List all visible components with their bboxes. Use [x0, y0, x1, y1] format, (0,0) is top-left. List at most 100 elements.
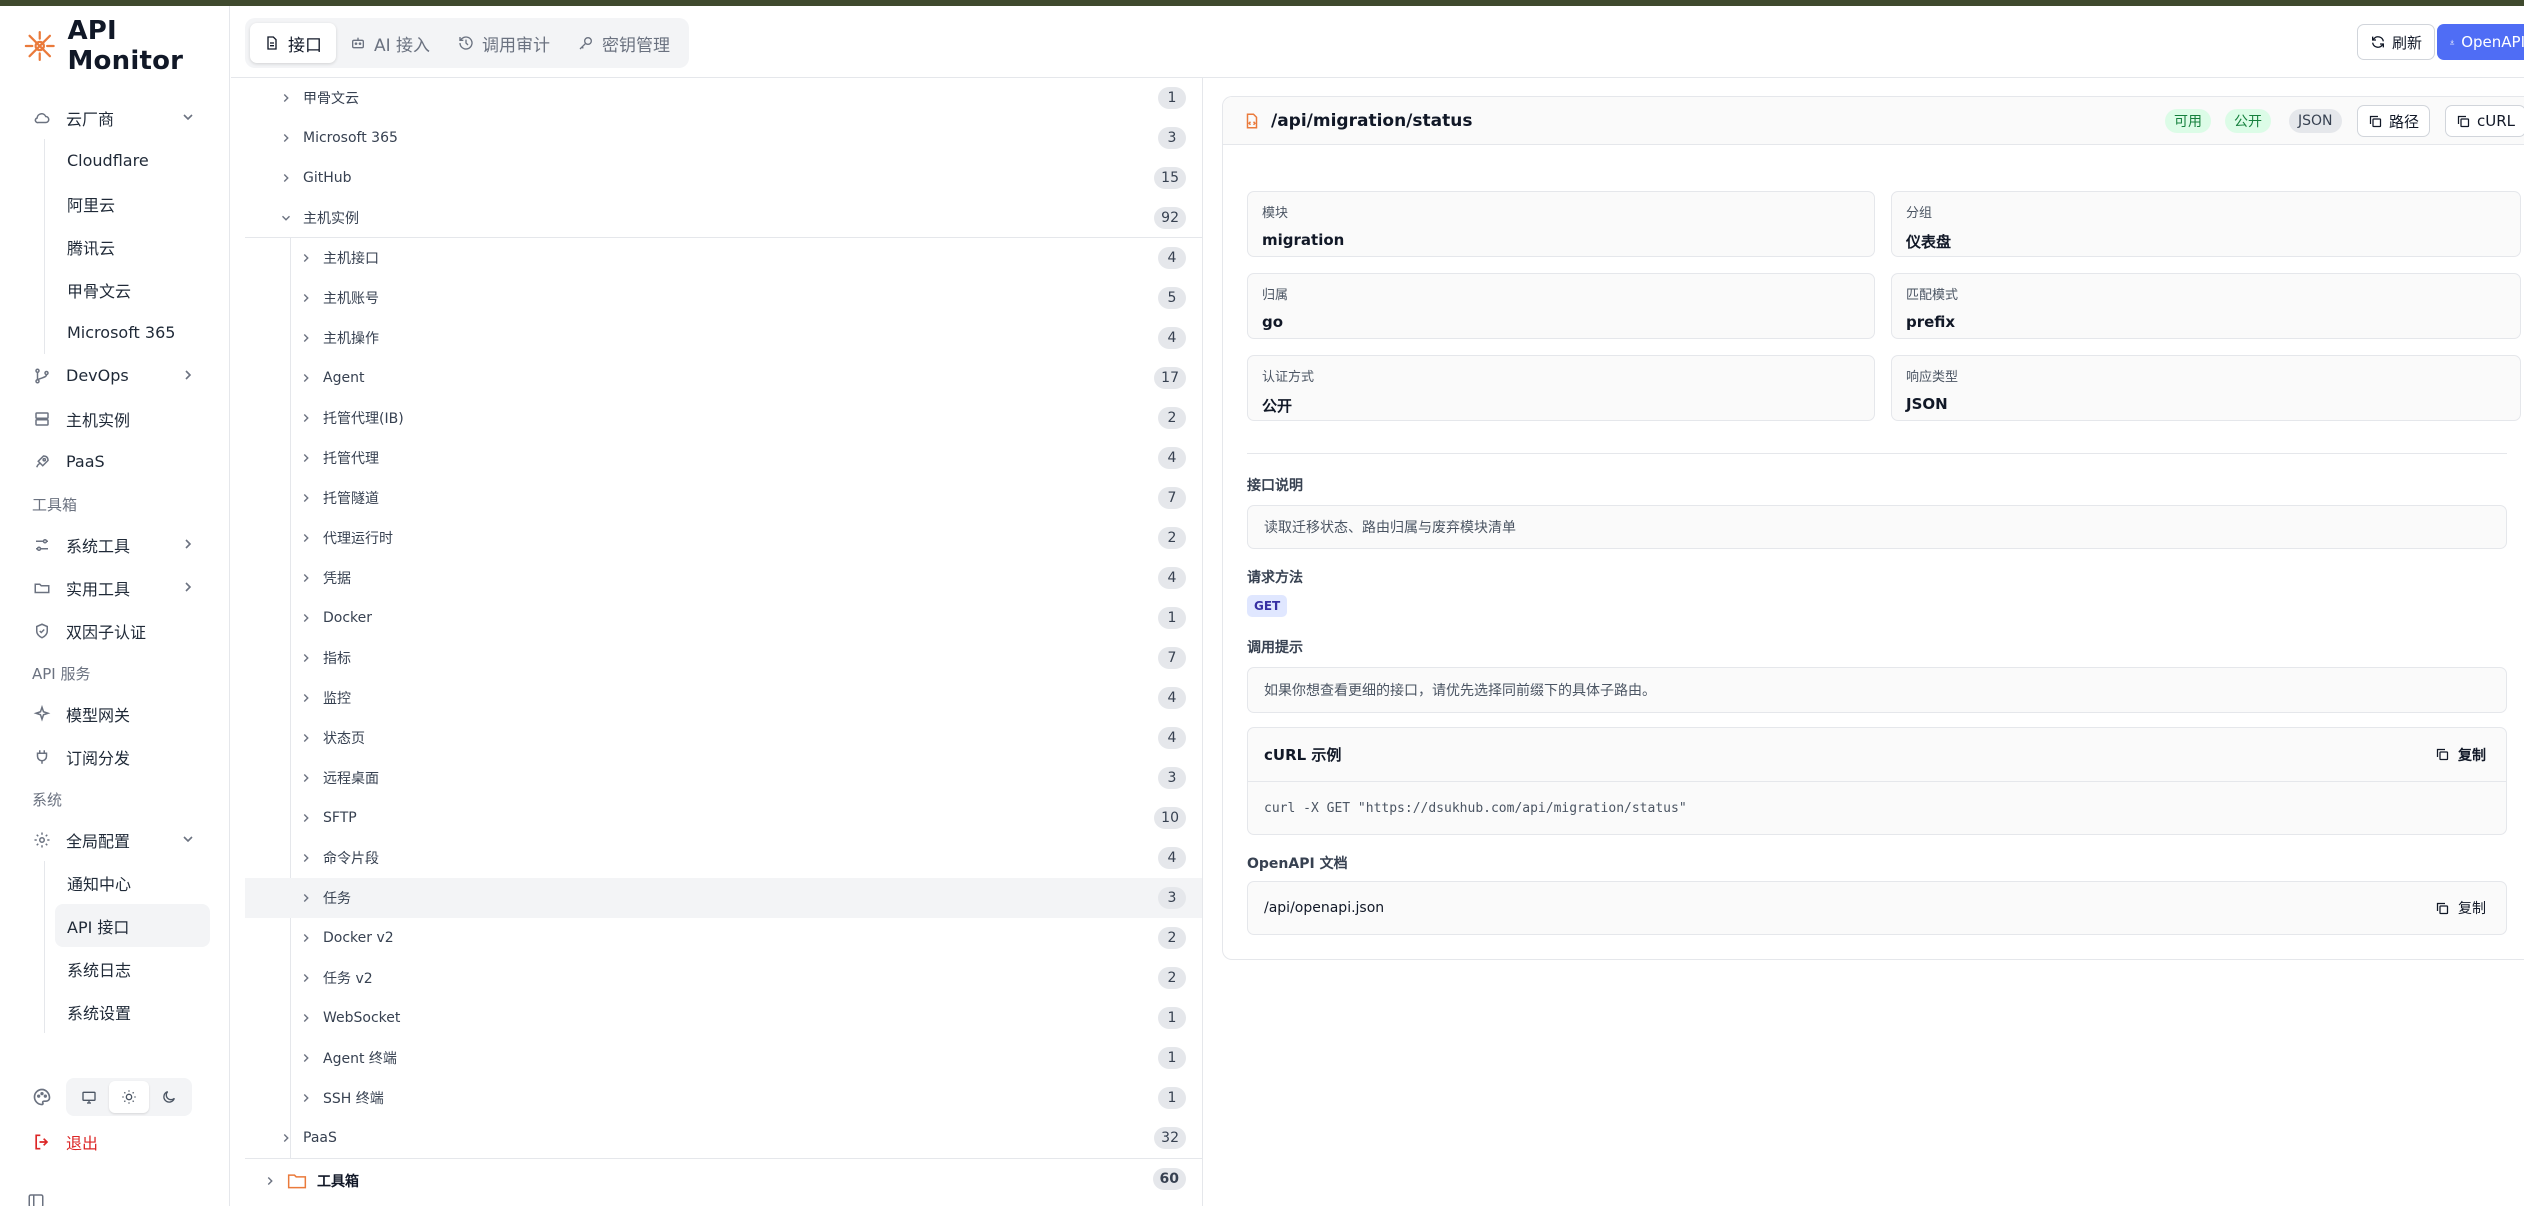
robot-icon — [352, 37, 364, 49]
theme-system-button[interactable] — [69, 1081, 109, 1113]
sidebar-subitem-notifications[interactable]: 通知中心 — [45, 861, 230, 904]
tree-row[interactable]: SSH 终端 1 — [245, 1078, 1202, 1118]
sidebar-subitem-api[interactable]: API 接口 — [55, 904, 210, 947]
theme-light-button[interactable] — [109, 1081, 149, 1113]
count-badge: 7 — [1158, 487, 1186, 509]
tab-ai[interactable]: AI 接入 — [336, 23, 444, 63]
sidebar-subitem-m365[interactable]: Microsoft 365 — [45, 311, 230, 354]
sidebar-item-model-gateway[interactable]: 模型网关 — [0, 692, 230, 735]
tree-row[interactable]: 命令片段 4 — [245, 838, 1202, 878]
tree-row[interactable]: 主机接口 4 — [245, 238, 1202, 278]
sidebar-subitem-logs[interactable]: 系统日志 — [45, 947, 230, 990]
tree-row[interactable]: Microsoft 365 3 — [245, 118, 1202, 158]
tab-endpoints[interactable]: 接口 — [250, 23, 336, 63]
tree-row[interactable]: Agent 终端 1 — [245, 1038, 1202, 1078]
sidebar-item-two-factor[interactable]: 双因子认证 — [0, 609, 230, 652]
sidebar-subitem-cloudflare[interactable]: Cloudflare — [45, 139, 230, 182]
sidebar-toggle-icon[interactable] — [26, 1192, 46, 1206]
tree-row-label: SSH 终端 — [323, 1091, 384, 1107]
tree-row-label: 托管隧道 — [323, 491, 379, 507]
logout-button[interactable]: 退出 — [32, 1130, 98, 1154]
top-header: 接口 AI 接入 调用审计 密钥管理 刷新 OpenAPI — [231, 6, 2524, 78]
tree-row[interactable]: 任务 3 — [245, 878, 1202, 918]
tree-row[interactable]: PaaS 32 — [245, 1118, 1202, 1158]
tree-row[interactable]: WebSocket 1 — [245, 998, 1202, 1038]
sidebar-item-hosts[interactable]: 主机实例 — [0, 397, 230, 440]
theme-dark-button[interactable] — [149, 1081, 189, 1113]
chevron-right-icon — [303, 574, 309, 582]
tree-row[interactable]: 主机操作 4 — [245, 318, 1202, 358]
tree-row[interactable]: 主机账号 5 — [245, 278, 1202, 318]
rocket-icon — [32, 452, 52, 472]
tree-row[interactable]: 托管代理 4 — [245, 438, 1202, 478]
copy-curl-example-button[interactable]: 复制 — [2435, 745, 2486, 765]
tree-row[interactable]: 远程桌面 3 — [245, 758, 1202, 798]
sidebar-item-cloud[interactable]: 云厂商 — [0, 96, 230, 139]
count-badge: 92 — [1154, 207, 1186, 229]
tree-row[interactable]: 任务 v2 2 — [245, 958, 1202, 998]
tree-row[interactable]: SFTP 10 — [245, 798, 1202, 838]
count-badge: 2 — [1158, 927, 1186, 949]
sidebar-item-utility-tools[interactable]: 实用工具 — [0, 566, 230, 609]
sidebar-subitem-oracle[interactable]: 甲骨文云 — [45, 268, 230, 311]
sidebar-item-label: 双因子认证 — [66, 622, 147, 642]
tree-row-label: Microsoft 365 — [303, 130, 398, 146]
chevron-right-icon — [303, 334, 309, 342]
sidebar-subitem-tencent[interactable]: 腾讯云 — [45, 225, 230, 268]
refresh-button[interactable]: 刷新 — [2357, 24, 2436, 60]
tree-row[interactable]: Agent 17 — [245, 358, 1202, 398]
tree-row[interactable]: 托管隧道 7 — [245, 478, 1202, 518]
count-badge: 60 — [1152, 1168, 1186, 1190]
chevron-right-icon — [283, 174, 289, 182]
plug-icon — [32, 747, 52, 767]
count-badge: 2 — [1158, 407, 1186, 429]
tree-row[interactable]: GitHub 15 — [245, 158, 1202, 198]
tree-row[interactable]: 甲骨文云 1 — [245, 78, 1202, 118]
tree-row-label: 托管代理(IB) — [323, 411, 404, 427]
tab-keys[interactable]: 密钥管理 — [564, 23, 684, 63]
tree-row[interactable]: Docker v2 2 — [245, 918, 1202, 958]
sidebar-item-label: DevOps — [66, 366, 129, 385]
refresh-icon — [2372, 36, 2384, 48]
sparkles-icon — [32, 704, 52, 724]
field-value: migration — [1262, 231, 1345, 249]
sidebar: API Monitor 云厂商 Cloudflare 阿里云 腾讯云 甲骨文云 … — [0, 6, 230, 1206]
tree-row[interactable]: 状态页 4 — [245, 718, 1202, 758]
openapi-download-button[interactable]: OpenAPI — [2437, 24, 2524, 60]
sidebar-nav: 云厂商 Cloudflare 阿里云 腾讯云 甲骨文云 Microsoft 36… — [0, 96, 230, 1033]
brand[interactable]: API Monitor — [24, 16, 229, 76]
chevron-right-icon — [303, 974, 309, 982]
count-badge: 15 — [1154, 167, 1186, 189]
copy-path-button[interactable]: 路径 — [2357, 105, 2431, 137]
sidebar-item-system-tools[interactable]: 系统工具 — [0, 523, 230, 566]
sidebar-subitem-aliyun[interactable]: 阿里云 — [45, 182, 230, 225]
chevron-right-icon — [303, 494, 309, 502]
field-label: 模块 — [1262, 206, 1289, 221]
sidebar-item-label: PaaS — [66, 452, 105, 471]
sidebar-subitem-settings[interactable]: 系统设置 — [45, 990, 230, 1033]
sidebar-item-subscription[interactable]: 订阅分发 — [0, 735, 230, 778]
tree-row[interactable]: 监控 4 — [245, 678, 1202, 718]
copy-icon — [2436, 748, 2449, 761]
tree-row[interactable]: 主机实例 92 — [245, 198, 1202, 238]
sidebar-item-global-config[interactable]: 全局配置 — [0, 818, 230, 861]
copy-curl-button[interactable]: cURL — [2445, 105, 2524, 137]
tree-row-label: GitHub — [303, 170, 352, 186]
count-badge: 1 — [1158, 1087, 1186, 1109]
tree-row[interactable]: Docker 1 — [245, 598, 1202, 638]
refresh-label: 刷新 — [2392, 33, 2423, 52]
sidebar-item-paas[interactable]: PaaS — [0, 440, 230, 483]
tree-row[interactable]: 托管代理(IB) 2 — [245, 398, 1202, 438]
logo-icon — [24, 30, 55, 62]
tree-row[interactable]: 工具箱 60 — [245, 1158, 1202, 1202]
tree-row[interactable]: 代理运行时 2 — [245, 518, 1202, 558]
sidebar-item-devops[interactable]: DevOps — [0, 354, 230, 397]
tab-audit[interactable]: 调用审计 — [444, 23, 564, 63]
hint-box: 如果你想查看更细的接口，请优先选择同前缀下的具体子路由。 — [1247, 667, 2507, 713]
chevron-right-icon — [303, 814, 309, 822]
tab-label: AI 接入 — [374, 35, 431, 56]
file-icon — [267, 36, 277, 50]
tree-row[interactable]: 凭据 4 — [245, 558, 1202, 598]
tree-row[interactable]: 指标 7 — [245, 638, 1202, 678]
copy-openapi-button[interactable]: 复制 — [2435, 898, 2486, 918]
